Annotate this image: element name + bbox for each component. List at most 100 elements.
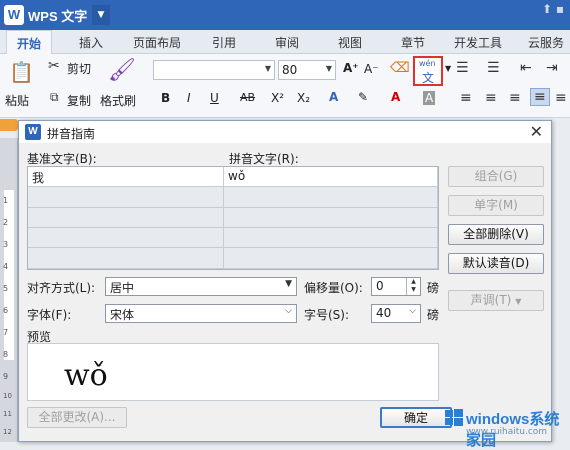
tab-chapter[interactable]: 章节 [401,34,425,51]
underline-button[interactable]: U [210,91,219,105]
paste-button[interactable]: 粘贴 [5,92,29,109]
mono-button[interactable]: 单字(M) [448,195,544,216]
ruler-number: 11 [3,410,12,418]
alignment-value: 居中 [110,281,135,295]
app-menu-arrow-icon[interactable]: ▼ [92,5,110,25]
clear-all-button[interactable]: 全部删除(V) [448,224,544,245]
window-controls[interactable]: ⬆ ▪ [542,2,564,16]
pinyin-grid: 我 wǒ [27,166,439,270]
chevron-down-icon: ▼ [325,64,332,73]
grow-font-icon[interactable]: A⁺ [343,61,359,75]
offset-value: 0 [376,279,384,293]
shrink-font-icon[interactable]: A⁻ [364,62,379,76]
superscript-button[interactable]: X² [271,91,284,105]
tab-references[interactable]: 引用 [212,34,236,51]
font-size-combo[interactable]: 80 ▼ [278,60,336,80]
distributed-icon[interactable]: ≡ [555,90,567,106]
ribbon-toolbar: 📋 粘贴 ✂ 剪切 ⧉ 复制 🖌 格式刷 ▼ 80 ▼ A⁺ A⁻ ⌫ wén 文… [0,54,570,118]
tab-cloud-service[interactable]: 云服务 [528,34,564,51]
paste-icon[interactable]: 📋 [9,60,34,84]
increase-indent-icon[interactable]: ⇥ [546,60,558,76]
ruby-cell[interactable] [224,248,438,269]
align-left-icon[interactable]: ≡ [460,90,472,106]
ruler-number: 9 [3,372,9,381]
ruby-cell[interactable] [224,187,438,208]
ruler-number: 8 [3,350,9,359]
ok-button[interactable]: 确定 [380,407,452,428]
scissors-icon[interactable]: ✂ [48,58,60,74]
base-cell[interactable] [28,187,224,208]
tab-page-layout[interactable]: 页面布局 [133,34,181,51]
size-value: 40 [376,306,392,320]
text-effect-icon[interactable]: A [329,90,338,104]
bullet-list-icon[interactable]: ☰ [456,60,469,76]
title-bar: W WPS 文字 ▼ ⬆ ▪ [0,0,570,30]
align-right-icon[interactable]: ≡ [509,90,521,106]
spinner-arrows-icon[interactable]: ▲ ▼ [406,278,420,295]
wps-logo-icon[interactable]: W [4,5,24,25]
italic-button[interactable]: I [187,91,191,105]
copy-button[interactable]: 复制 [67,92,91,109]
base-cell[interactable] [28,228,224,248]
chevron-down-icon: ▼ [515,297,522,306]
subscript-button[interactable]: X₂ [297,91,310,105]
tone-button[interactable]: 声调(T) ▼ [448,290,544,311]
font-color-icon[interactable]: A [391,90,400,104]
pinyin-guide-button[interactable]: wén 文 [413,56,443,86]
bold-button[interactable]: B [161,91,170,105]
offset-label: 偏移量(O): [304,281,363,295]
tab-home[interactable]: 开始 [6,30,53,55]
copy-icon[interactable]: ⧉ [50,90,59,105]
size-select[interactable]: 40 ⌵ [371,304,421,323]
tab-view[interactable]: 视图 [338,34,362,51]
font-value: 宋体 [110,308,135,322]
format-painter-button[interactable]: 格式刷 [100,92,136,109]
justify-icon[interactable]: ≡ [530,88,550,106]
chevron-down-icon[interactable]: ▼ [445,64,451,73]
font-label: 字体(F): [27,308,72,322]
strikethrough-button[interactable]: AB [240,91,255,104]
offset-spinner[interactable]: 0 ▲ ▼ [371,277,421,296]
base-text-label: 基准文字(B): [27,152,97,166]
cut-button[interactable]: 剪切 [67,60,91,77]
base-cell[interactable] [28,248,224,269]
chevron-down-icon: ⌵ [285,306,292,316]
char-shading-icon[interactable]: A [423,91,436,105]
ruby-cell[interactable] [224,208,438,228]
pinyin-guide-dialog: W 拼音指南 ✕ 基准文字(B): 拼音文字(R): 我 wǒ 组合(G) 单字… [18,120,552,442]
align-center-icon[interactable]: ≡ [485,90,497,106]
group-button[interactable]: 组合(G) [448,166,544,187]
watermark-url: www.ruihaitu.com [466,427,548,437]
dialog-title: 拼音指南 [47,127,96,141]
base-cell[interactable]: 我 [28,167,224,187]
ruler-number: 1 [3,196,9,205]
size-label: 字号(S): [304,308,350,322]
pinyin-base-text: 文 [422,71,435,85]
tab-insert[interactable]: 插入 [79,34,103,51]
font-name-combo[interactable]: ▼ [153,60,275,80]
highlight-icon[interactable]: ✎ [358,90,368,104]
ruby-cell[interactable] [224,228,438,248]
ruby-cell[interactable]: wǒ [224,167,438,187]
ruby-text-label: 拼音文字(R): [229,152,299,166]
folder-icon[interactable] [0,119,18,131]
font-select[interactable]: 宋体 ⌵ [105,304,297,323]
apply-all-button[interactable]: 全部更改(A)... [27,407,127,428]
tab-developer[interactable]: 开发工具 [454,34,502,51]
tab-review[interactable]: 审阅 [275,34,299,51]
decrease-indent-icon[interactable]: ⇤ [520,60,532,76]
ruler-number: 10 [3,392,12,400]
app-title[interactable]: WPS 文字 [28,6,87,25]
dialog-title-bar[interactable]: W 拼音指南 ✕ [19,121,551,143]
ruler-number: 7 [3,328,9,337]
close-icon[interactable]: ✕ [530,122,543,141]
tone-button-label: 声调(T) [470,293,512,307]
clear-format-icon[interactable]: ⌫ [390,60,410,76]
alignment-select[interactable]: 居中 ▼ [105,277,297,296]
pinyin-ruby-text: wén [419,59,436,68]
base-cell[interactable] [28,208,224,228]
numbered-list-icon[interactable]: ☰ [487,60,500,76]
ruler-number: 3 [3,240,9,249]
default-reading-button[interactable]: 默认读音(D) [448,253,544,274]
format-painter-icon[interactable]: 🖌 [108,58,136,83]
